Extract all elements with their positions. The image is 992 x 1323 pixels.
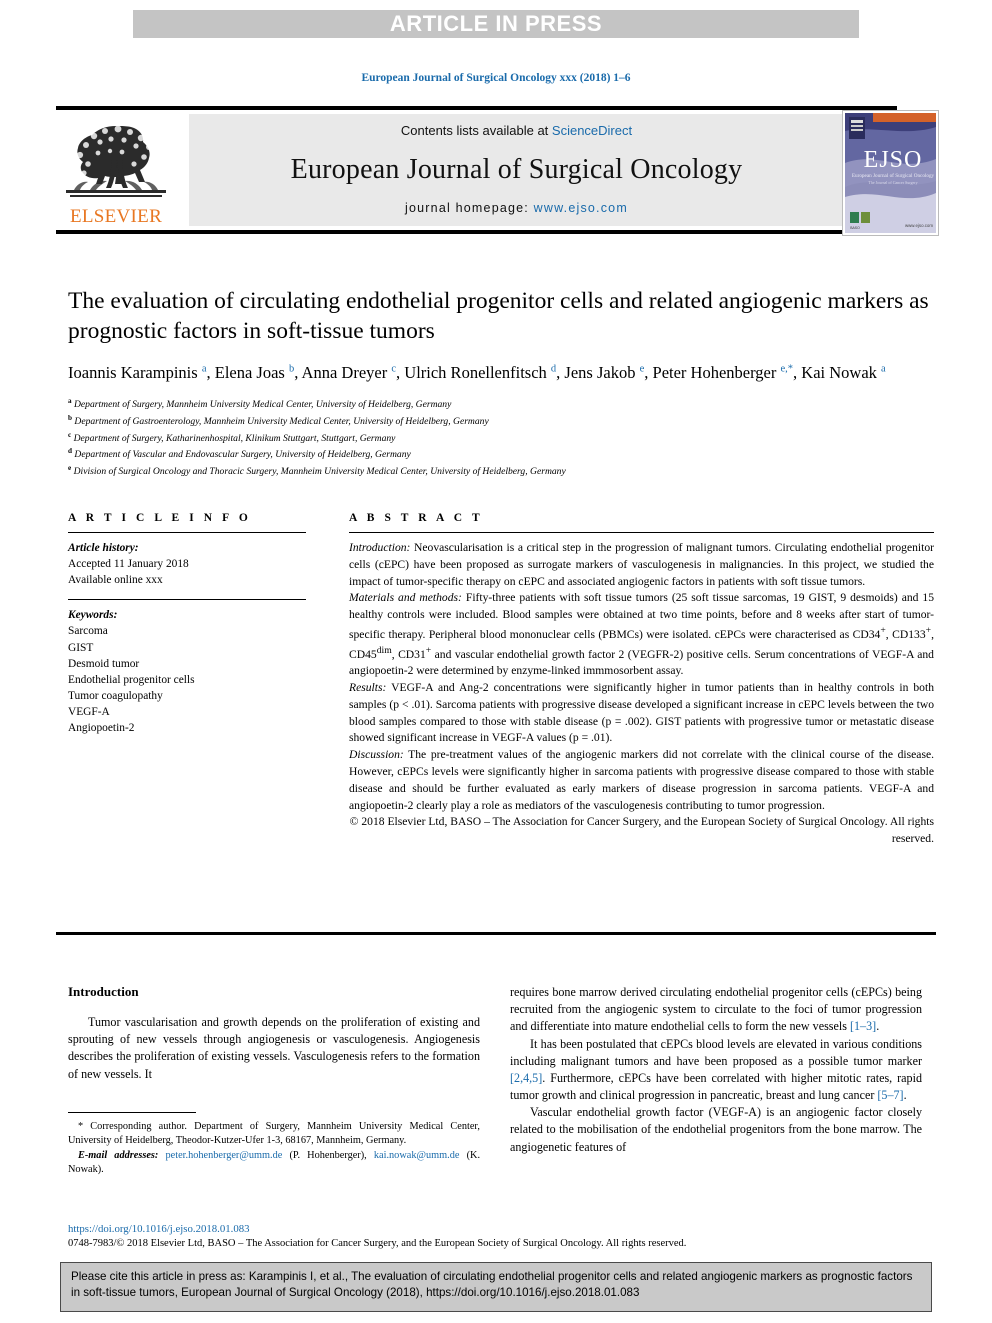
article-info-rule-mid <box>68 598 306 601</box>
keyword-item: Angiopoetin-2 <box>68 722 135 735</box>
article-info-column: A R T I C L E I N F O Article history: A… <box>68 512 306 737</box>
affiliation-text: Department of Surgery, Katharinenhospita… <box>73 432 396 444</box>
abstract-section-label: Results: <box>349 681 387 695</box>
body-paragraph: Tumor vascularisation and growth depends… <box>68 1015 480 1081</box>
issn-copyright-line: 0748-7983/© 2018 Elsevier Ltd, BASO – Th… <box>68 1237 687 1249</box>
sciencedirect-link[interactable]: ScienceDirect <box>552 123 632 138</box>
affiliation-text: Department of Gastroenterology, Mannheim… <box>74 416 489 428</box>
body-separator-rule <box>56 932 936 935</box>
masthead-bottom-rule <box>56 230 897 234</box>
email-link-nowak[interactable]: kai.nowak@umm.de <box>374 1150 460 1161</box>
affiliation-item: d Department of Vascular and Endovascula… <box>68 446 930 463</box>
abstract-section: Discussion: The pre-treatment values of … <box>349 747 934 814</box>
body-paragraph: Vascular endothelial growth factor (VEGF… <box>510 1105 922 1154</box>
corresponding-author-note: * Corresponding author. Department of Su… <box>68 1121 480 1147</box>
affiliation-mark: e <box>68 464 72 473</box>
abstract-section-text: Neovascularisation is a critical step in… <box>349 541 934 588</box>
journal-cover-image: EJSO European Journal of Surgical Oncolo… <box>843 111 938 235</box>
svg-text:The Journal of Cancer Surgery: The Journal of Cancer Surgery <box>868 180 917 185</box>
body-column-right: requires bone marrow derived circulating… <box>510 984 922 1156</box>
article-info-rule-top <box>68 532 306 533</box>
article-info-heading: A R T I C L E I N F O <box>68 512 252 524</box>
abstract-section-label: Discussion: <box>349 748 404 762</box>
affiliation-text: Division of Surgical Oncology and Thorac… <box>73 466 566 478</box>
affiliation-list: a Department of Surgery, Mannheim Univer… <box>68 396 930 480</box>
paper-title: The evaluation of circulating endothelia… <box>68 288 929 345</box>
email-owner-hohenberger: (P. Hohenberger) <box>289 1149 365 1161</box>
svg-text:EJSO: EJSO <box>864 147 923 173</box>
affiliation-mark: d <box>68 447 72 456</box>
cite-this-article-text: Please cite this article in press as: Ka… <box>71 1270 913 1300</box>
abstract-section-label: Introduction: <box>349 541 411 554</box>
cite-this-article-box: Please cite this article in press as: Ka… <box>60 1262 932 1312</box>
abstract-rule <box>349 532 934 533</box>
journal-cover-thumbnail: EJSO European Journal of Surgical Oncolo… <box>842 110 939 236</box>
affiliation-item: b Department of Gastroenterology, Mannhe… <box>68 413 930 430</box>
affiliation-item: e Division of Surgical Oncology and Thor… <box>68 463 930 480</box>
journal-band: Contents lists available at ScienceDirec… <box>189 114 844 226</box>
abstract-section-text: VEGF-A and Ang-2 concentrations were sig… <box>349 681 934 745</box>
abstract-section: Results: VEGF-A and Ang-2 concentrations… <box>349 680 934 747</box>
footnote-area: * Corresponding author. Department of Su… <box>68 1112 480 1178</box>
author-list: Ioannis Karampinis a, Elena Joas b, Anna… <box>68 363 886 383</box>
journal-masthead: ELSEVIER Contents lists available at Sci… <box>56 106 939 236</box>
title-block: The evaluation of circulating endothelia… <box>68 286 930 480</box>
abstract-section-text: The pre-treatment values of the angiogen… <box>349 748 934 812</box>
keyword-item: Tumor coagulopathy <box>68 690 163 703</box>
abstract-copyright: © 2018 Elsevier Ltd, BASO – The Associat… <box>349 815 934 846</box>
affiliation-mark: c <box>68 430 72 439</box>
article-history-online: Available online xxx <box>68 574 163 587</box>
doi-link[interactable]: https://doi.org/10.1016/j.ejso.2018.01.0… <box>68 1222 948 1237</box>
journal-homepage-line: journal homepage: www.ejso.com <box>405 201 628 215</box>
running-head: European Journal of Surgical Oncology xx… <box>361 72 631 84</box>
email-addresses-note: E-mail addresses: peter.hohenberger@umm.… <box>68 1149 481 1176</box>
article-history-label: Article history: <box>68 542 139 554</box>
elsevier-logo: ELSEVIER <box>60 114 172 226</box>
affiliation-text: Department of Vascular and Endovascular … <box>74 449 411 461</box>
article-in-press-label: ARTICLE IN PRESS <box>389 11 603 36</box>
email-link-hohenberger[interactable]: peter.hohenberger@umm.de <box>166 1150 283 1161</box>
affiliation-text: Department of Surgery, Mannheim Universi… <box>74 399 452 411</box>
affiliation-mark: a <box>68 397 72 406</box>
elsevier-wordmark: ELSEVIER <box>69 206 163 227</box>
svg-text:European Journal of Surgical O: European Journal of Surgical Oncology <box>852 172 935 179</box>
abstract-body: Introduction: Neovascularisation is a cr… <box>349 540 934 848</box>
body-paragraph: requires bone marrow derived circulating… <box>510 985 922 1034</box>
doi-block: https://doi.org/10.1016/j.ejso.2018.01.0… <box>68 1222 948 1251</box>
abstract-section: Materials and methods: Fifty-three patie… <box>349 590 934 680</box>
abstract-column: A B S T R A C T Introduction: Neovascula… <box>349 512 934 848</box>
introduction-heading: Introduction <box>68 984 139 999</box>
keyword-item: VEGF-A <box>68 706 110 719</box>
article-history-accepted: Accepted 11 January 2018 <box>68 558 189 571</box>
abstract-section: Introduction: Neovascularisation is a cr… <box>349 540 934 590</box>
body-paragraph: It has been postulated that cEPCs blood … <box>510 1036 922 1103</box>
email-addresses-label: E-mail addresses: <box>78 1149 159 1161</box>
keywords-block: Keywords: Sarcoma GIST Desmoid tumor End… <box>68 607 306 737</box>
footnote-rule <box>68 1112 196 1113</box>
keyword-item: Desmoid tumor <box>68 657 140 670</box>
body-column-left: Introduction Tumor vascularisation and g… <box>68 984 480 1083</box>
affiliation-mark: b <box>68 413 72 422</box>
journal-title: European Journal of Surgical Oncology <box>290 153 743 185</box>
elsevier-tree-icon <box>66 125 166 197</box>
journal-article-page: ARTICLE IN PRESS European Journal of Sur… <box>0 0 992 1323</box>
keyword-item: Endothelial progenitor cells <box>68 673 195 686</box>
svg-text:BASO: BASO <box>850 226 860 230</box>
journal-homepage-url[interactable]: www.ejso.com <box>534 201 628 215</box>
svg-text:www.ejso.com: www.ejso.com <box>905 223 933 228</box>
homepage-prefix: journal homepage: <box>405 201 534 215</box>
abstract-heading: A B S T R A C T <box>349 512 484 524</box>
contents-prefix: Contents lists available at <box>400 123 552 138</box>
keyword-item: Sarcoma <box>68 625 108 638</box>
article-in-press-banner: ARTICLE IN PRESS <box>133 10 859 38</box>
abstract-section-label: Materials and methods: <box>349 591 462 605</box>
affiliation-item: c Department of Surgery, Katharinenhospi… <box>68 430 930 447</box>
keywords-label: Keywords: <box>68 609 118 622</box>
affiliation-item: a Department of Surgery, Mannheim Univer… <box>68 396 930 413</box>
article-history-block: Article history: Accepted 11 January 201… <box>68 540 306 589</box>
masthead-top-rule <box>56 106 897 110</box>
contents-available-line: Contents lists available at ScienceDirec… <box>401 123 632 138</box>
keyword-item: GIST <box>68 641 94 654</box>
